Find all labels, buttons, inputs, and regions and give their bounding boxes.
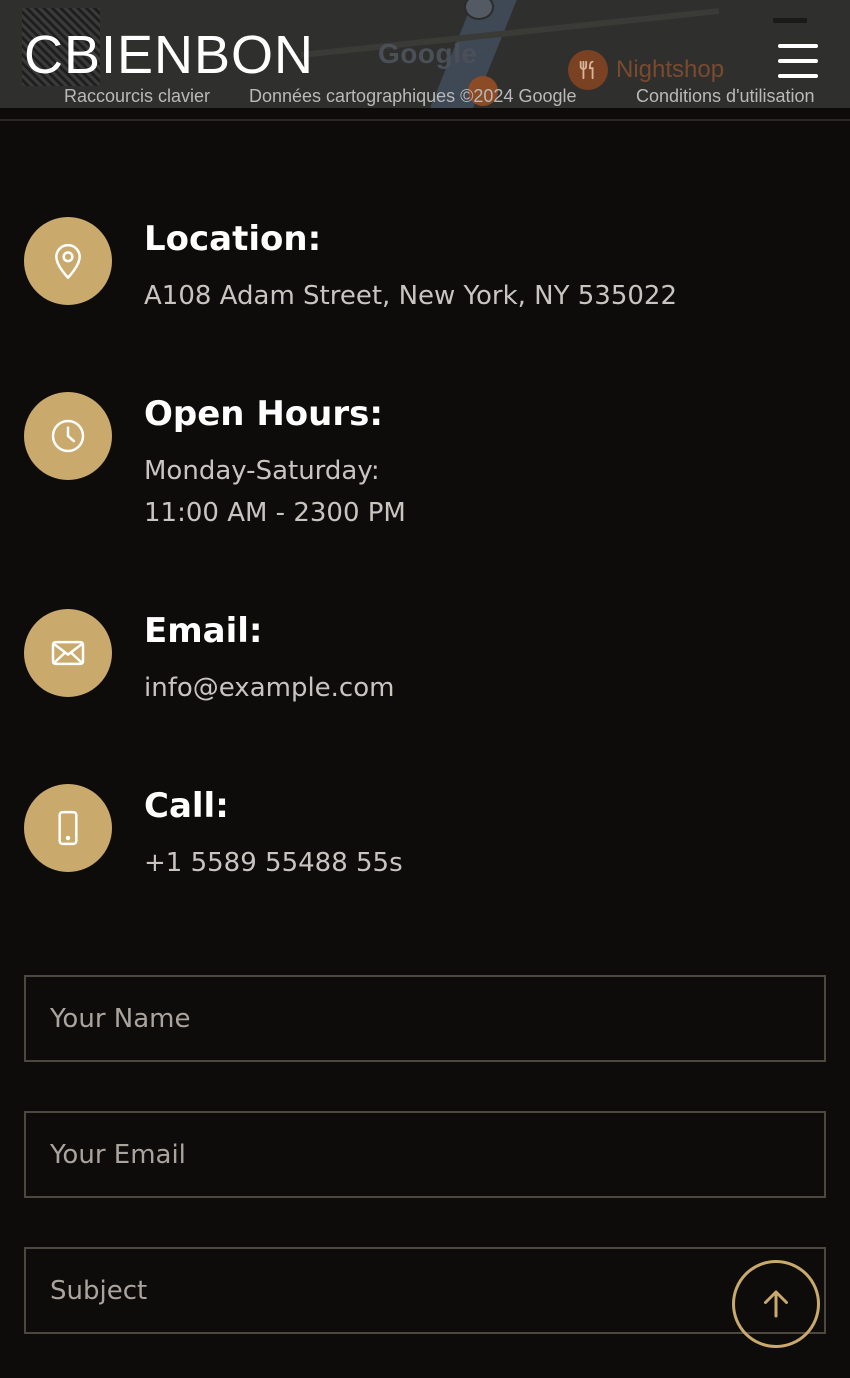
map-credits: Raccourcis clavier Données cartographiqu… [0,84,850,108]
site-logo[interactable]: CBIENBON [24,28,314,82]
hours-title: Open Hours: [144,394,383,434]
back-to-top-button[interactable] [732,1260,820,1348]
name-input[interactable] [24,975,826,1062]
phone-number-link[interactable]: +1 5589 55488 55s [144,842,403,884]
location-info: Location: A108 Adam Street, New York, NY… [24,217,824,317]
contact-page: Google Nightshop Raccourcis clavier Donn… [0,0,850,1378]
clock-icon [24,392,112,480]
keyboard-shortcuts-link[interactable]: Raccourcis clavier [64,86,210,107]
hours-times: 11:00 AM - 2300 PM [144,498,406,528]
map-data-credit[interactable]: Données cartographiques ©2024 Google [249,86,577,107]
location-address: A108 Adam Street, New York, NY 535022 [144,281,677,311]
email-input[interactable] [24,1111,826,1198]
embedded-map[interactable]: Google Nightshop Raccourcis clavier Donn… [0,0,850,108]
location-title: Location: [144,219,322,259]
hours-info: Open Hours: Monday-Saturday: 11:00 AM - … [24,392,824,532]
arrow-up-icon [764,1290,788,1318]
call-title: Call: [144,786,229,826]
hours-days: Monday-Saturday: [144,456,380,486]
email-title: Email: [144,611,263,651]
hamburger-menu-icon[interactable] [778,44,818,78]
phone-icon [24,784,112,872]
email-address-link[interactable]: info@example.com [144,667,394,709]
email-info: Email: info@example.com [24,609,824,709]
map-pin-icon [24,217,112,305]
terms-link[interactable]: Conditions d'utilisation [636,86,815,107]
map-poi-label: Nightshop [616,56,725,83]
google-logo: Google [378,38,478,69]
subject-input[interactable] [24,1247,826,1334]
map-zoom-control[interactable] [773,18,807,23]
call-info: Call: +1 5589 55488 55s [24,784,824,884]
envelope-icon [24,609,112,697]
divider [0,119,850,121]
